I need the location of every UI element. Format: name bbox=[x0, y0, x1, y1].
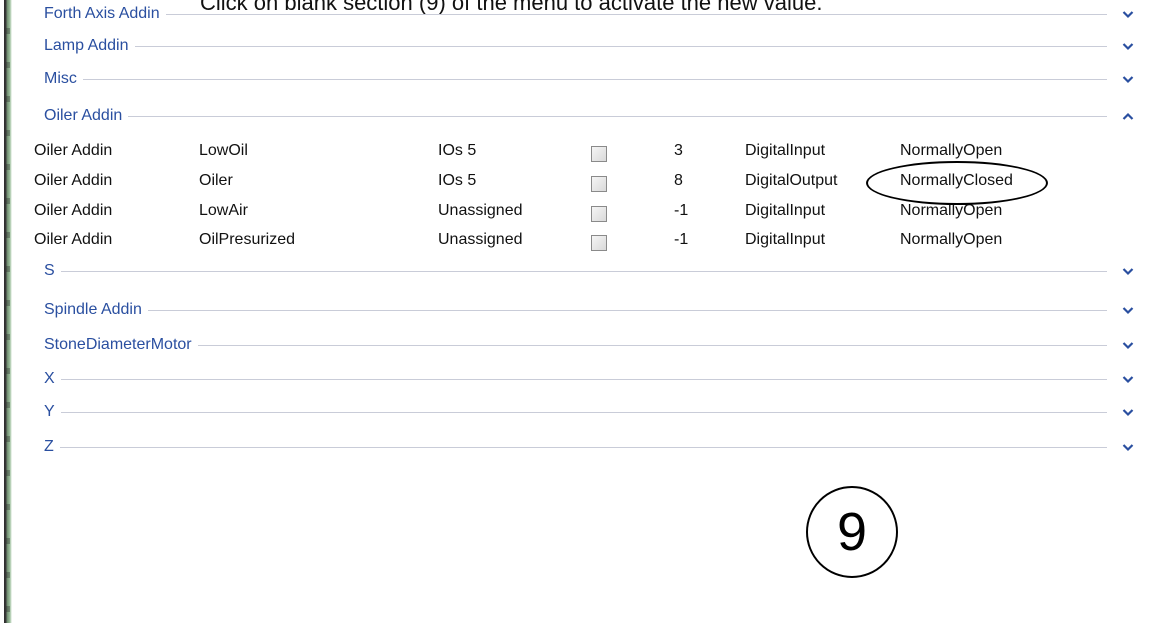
callout-number-9: 9 bbox=[806, 486, 898, 578]
group-header-forth-axis-addin[interactable]: Forth Axis Addin bbox=[30, 2, 1141, 26]
io-cell[interactable]: Unassigned bbox=[438, 202, 523, 220]
io-cell[interactable]: IOs 5 bbox=[438, 142, 476, 160]
group-separator bbox=[60, 378, 1107, 380]
number-cell[interactable]: 8 bbox=[674, 172, 683, 190]
table-row[interactable]: Oiler Addin Oiler IOs 5 8 DigitalOutput … bbox=[34, 166, 1141, 196]
type-cell: DigitalInput bbox=[745, 231, 826, 248]
group-header-z[interactable]: Z bbox=[30, 435, 1141, 459]
chevron-down-icon[interactable] bbox=[1107, 408, 1141, 417]
group-title: Lamp Addin bbox=[30, 37, 135, 55]
group-separator bbox=[134, 45, 1107, 47]
io-cell[interactable]: IOs 5 bbox=[438, 172, 476, 190]
state-cell[interactable]: NormallyOpen bbox=[900, 142, 1002, 160]
name-cell: LowAir bbox=[199, 202, 248, 219]
group-title: Misc bbox=[30, 70, 83, 88]
type-cell: DigitalOutput bbox=[745, 172, 838, 189]
state-cell[interactable]: NormallyOpen bbox=[900, 231, 1002, 249]
group-header-x[interactable]: X bbox=[30, 367, 1141, 391]
table-row[interactable]: Oiler Addin LowOil IOs 5 3 DigitalInput … bbox=[34, 136, 1141, 166]
category-cell: Oiler Addin bbox=[34, 172, 113, 189]
chevron-down-icon[interactable] bbox=[1107, 42, 1141, 51]
chevron-down-icon[interactable] bbox=[1107, 267, 1141, 276]
window-left-border bbox=[0, 0, 24, 623]
group-separator bbox=[147, 309, 1107, 311]
group-title: Spindle Addin bbox=[30, 301, 148, 319]
group-title: Y bbox=[30, 403, 61, 421]
group-header-s[interactable]: S bbox=[30, 259, 1141, 283]
chevron-down-icon[interactable] bbox=[1107, 443, 1141, 452]
group-header-misc[interactable]: Misc bbox=[30, 67, 1141, 91]
group-header-stonediametermotor[interactable]: StoneDiameterMotor bbox=[30, 333, 1141, 357]
name-cell: OilPresurized bbox=[199, 231, 296, 248]
chevron-down-icon[interactable] bbox=[1107, 10, 1141, 19]
state-cell[interactable]: NormallyOpen bbox=[900, 202, 1002, 220]
category-cell: Oiler Addin bbox=[34, 142, 113, 159]
group-title: Z bbox=[30, 438, 60, 456]
group-header-oiler-addin[interactable]: Oiler Addin bbox=[30, 104, 1141, 128]
type-cell: DigitalInput bbox=[745, 202, 826, 219]
category-cell: Oiler Addin bbox=[34, 202, 113, 219]
group-separator bbox=[82, 78, 1107, 80]
group-header-y[interactable]: Y bbox=[30, 400, 1141, 424]
chevron-down-icon[interactable] bbox=[1107, 75, 1141, 84]
group-title: S bbox=[30, 262, 61, 280]
group-separator bbox=[60, 270, 1107, 272]
group-title: Oiler Addin bbox=[30, 107, 129, 125]
group-header-spindle-addin[interactable]: Spindle Addin bbox=[30, 298, 1141, 322]
name-cell: LowOil bbox=[199, 142, 248, 159]
number-cell[interactable]: -1 bbox=[674, 202, 688, 220]
group-title: X bbox=[30, 370, 61, 388]
group-separator bbox=[165, 13, 1107, 15]
group-title: Forth Axis Addin bbox=[30, 5, 166, 23]
chevron-down-icon[interactable] bbox=[1107, 375, 1141, 384]
io-cell[interactable]: Unassigned bbox=[438, 231, 523, 249]
table-row[interactable]: Oiler Addin OilPresurized Unassigned -1 … bbox=[34, 225, 1141, 255]
chevron-down-icon[interactable] bbox=[1107, 341, 1141, 350]
chevron-down-icon[interactable] bbox=[1107, 306, 1141, 315]
group-separator bbox=[59, 446, 1107, 448]
chevron-up-icon[interactable] bbox=[1107, 112, 1141, 121]
group-separator bbox=[128, 115, 1107, 117]
number-cell[interactable]: -1 bbox=[674, 231, 688, 249]
state-cell[interactable]: NormallyClosed bbox=[900, 172, 1013, 190]
category-cell: Oiler Addin bbox=[34, 231, 113, 248]
name-cell: Oiler bbox=[199, 172, 233, 189]
table-row[interactable]: Oiler Addin LowAir Unassigned -1 Digital… bbox=[34, 196, 1141, 226]
group-title: StoneDiameterMotor bbox=[30, 336, 198, 354]
group-separator bbox=[197, 344, 1107, 346]
type-cell: DigitalInput bbox=[745, 142, 826, 159]
group-separator bbox=[60, 411, 1107, 413]
number-cell[interactable]: 3 bbox=[674, 142, 683, 160]
group-header-lamp-addin[interactable]: Lamp Addin bbox=[30, 34, 1141, 58]
